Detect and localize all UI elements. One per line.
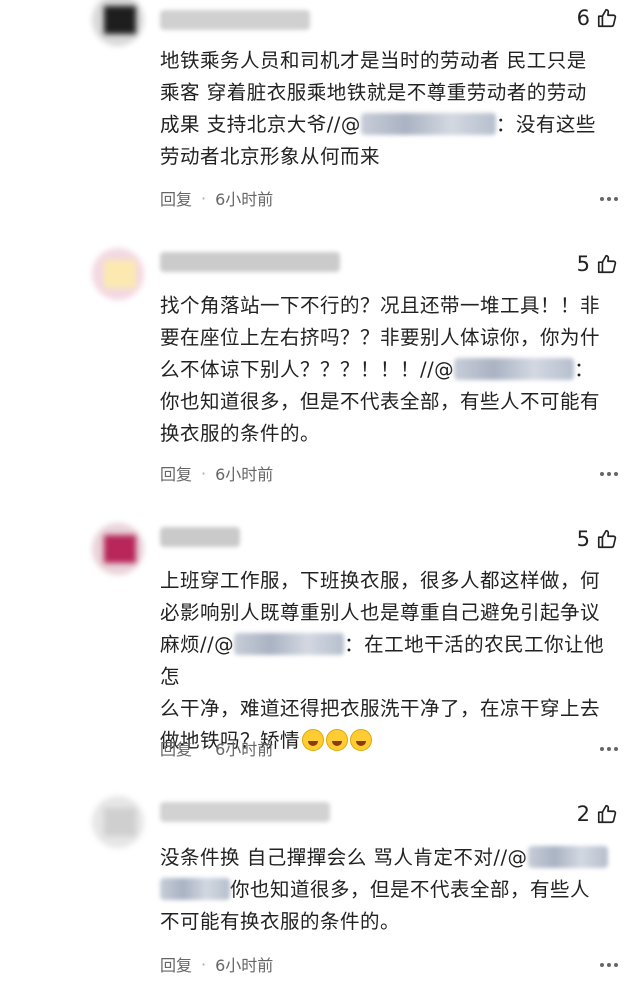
comment-text: 上班穿工作服，下班换衣服，很多人都这样做，何 必影响别人既尊重别人也是尊重自己避…	[160, 569, 605, 752]
comment-text: 找个角落站一下不行的？况且还带一堆工具！！非 要在座位上左右挤吗？？非要别人体谅…	[160, 294, 601, 445]
like-count: 6	[576, 6, 590, 30]
masked-username	[454, 358, 575, 380]
separator-dot: ·	[201, 463, 207, 483]
more-dots-icon[interactable]	[600, 472, 618, 476]
masked-username	[527, 846, 608, 868]
thumbs-up-icon	[597, 8, 617, 28]
laughing-crying-emoji-icon	[326, 729, 349, 751]
more-dots-icon[interactable]	[600, 747, 618, 751]
laughing-crying-emoji-icon	[350, 729, 373, 751]
username-blurred[interactable]	[160, 10, 310, 30]
separator-dot: ·	[201, 188, 207, 208]
timestamp: 6小时前	[215, 465, 274, 484]
more-dots-icon[interactable]	[600, 197, 618, 201]
timestamp: 6小时前	[215, 956, 274, 975]
like-button[interactable]: 5	[577, 252, 618, 276]
like-count: 5	[576, 252, 590, 276]
reply-button[interactable]: 回复	[160, 736, 192, 760]
comment-text: 没条件换 自己撣撣会么 骂人肯定不对//@ 你也知道很多，但是不代表全部，有些人…	[160, 842, 620, 938]
thumbs-up-icon	[597, 254, 617, 274]
like-count: 5	[576, 527, 590, 551]
like-button[interactable]: 2	[577, 802, 618, 826]
avatar[interactable]	[92, 796, 144, 848]
more-dots-icon[interactable]	[600, 963, 618, 967]
thumbs-up-icon	[597, 804, 617, 824]
avatar[interactable]	[92, 523, 144, 575]
masked-username	[160, 878, 230, 900]
comment-actions: 回复 · 6小时前	[160, 186, 273, 210]
comment-actions: 回复 · 6小时前	[160, 461, 273, 485]
comment-actions: 回复 · 6小时前	[160, 736, 273, 760]
timestamp: 6小时前	[215, 190, 274, 209]
like-button[interactable]: 5	[577, 527, 618, 551]
reply-button[interactable]: 回复	[160, 952, 192, 976]
separator-dot: ·	[201, 738, 207, 758]
masked-username	[234, 633, 345, 655]
laughing-crying-emoji-icon	[302, 729, 325, 751]
username-blurred[interactable]	[160, 527, 240, 547]
separator-dot: ·	[201, 954, 207, 974]
reply-button[interactable]: 回复	[160, 186, 192, 210]
masked-username	[360, 113, 496, 135]
like-button[interactable]: 6	[577, 6, 618, 30]
avatar[interactable]	[92, 248, 144, 300]
comment-actions: 回复 · 6小时前	[160, 952, 273, 976]
username-blurred[interactable]	[160, 252, 340, 272]
username-blurred[interactable]	[160, 802, 330, 822]
avatar[interactable]	[92, 0, 144, 46]
timestamp: 6小时前	[215, 740, 274, 759]
like-count: 2	[576, 802, 590, 826]
thumbs-up-icon	[597, 529, 617, 549]
reply-button[interactable]: 回复	[160, 461, 192, 485]
comment-text: 地铁乘务人员和司机才是当时的劳动者 民工只是 乘客 穿着脏衣服乘地铁就是不尊重劳…	[160, 49, 596, 168]
